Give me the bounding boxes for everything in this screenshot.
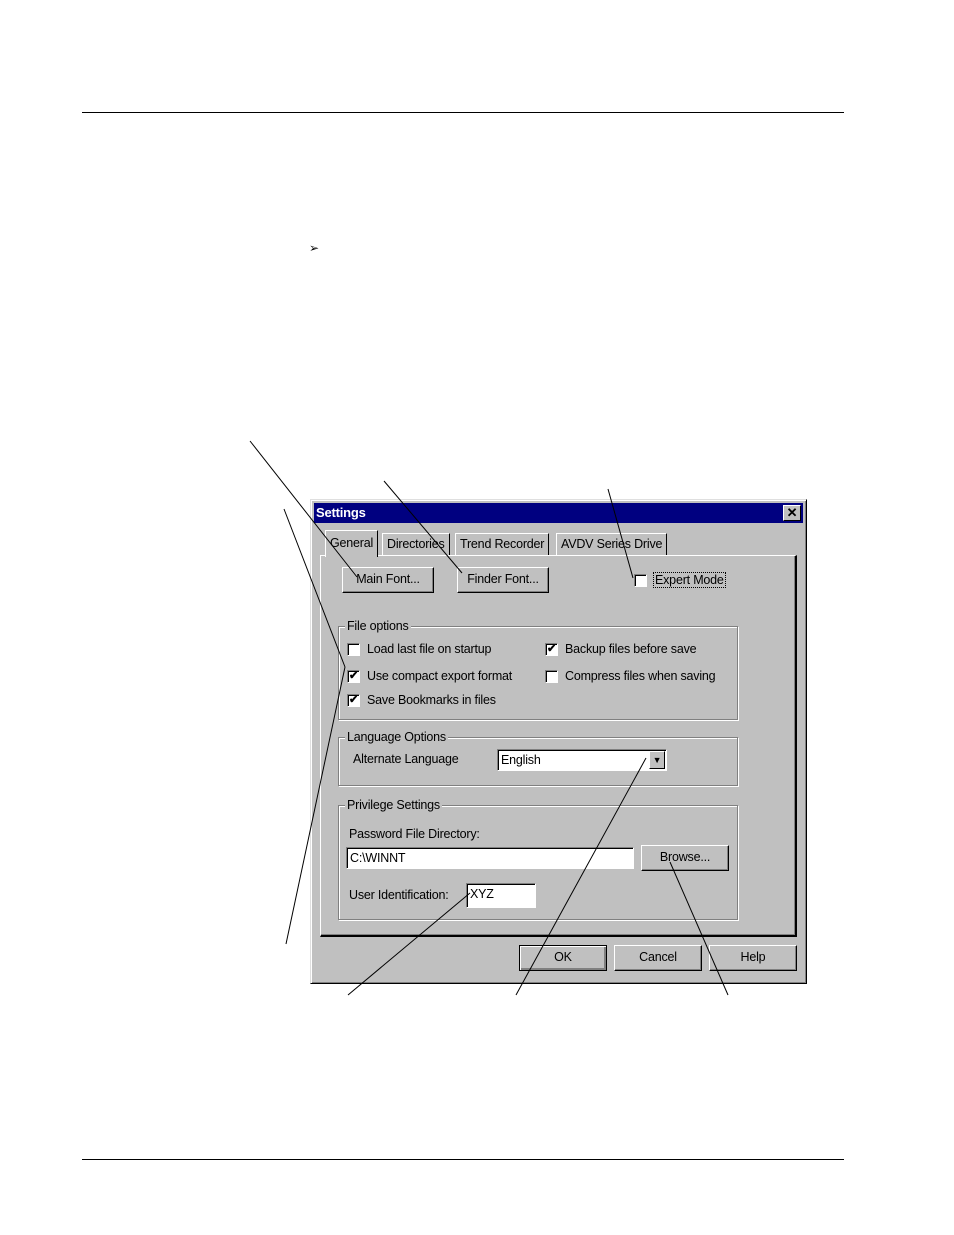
settings-dialog: Settings ✕ General Directories Trend Rec… [310,499,807,984]
checkbox-label: Backup files before save [565,642,697,656]
checkmark-icon: ✔ [546,642,557,655]
tab-directories[interactable]: Directories [382,533,450,555]
finder-font-button[interactable]: Finder Font... [457,567,549,593]
close-icon: ✕ [786,505,798,520]
dropdown-arrow-icon[interactable]: ▼ [649,751,665,769]
language-options-title: Language Options [345,729,448,745]
dialog-title: Settings [316,505,366,520]
checkbox-box[interactable]: ✔ [545,642,558,656]
checkbox-box[interactable] [545,669,558,683]
cancel-button[interactable]: Cancel [614,945,702,971]
tab-trend-recorder[interactable]: Trend Recorder [455,533,550,555]
expert-mode-label: Expert Mode [653,572,726,588]
compact-export-checkbox[interactable]: ✔ Use compact export format [347,669,512,683]
save-bookmarks-checkbox[interactable]: ✔ Save Bookmarks in files [347,693,496,707]
password-dir-label: Password File Directory: [349,827,480,841]
help-button[interactable]: Help [709,945,797,971]
tab-label: General [330,536,374,550]
backup-files-checkbox[interactable]: ✔ Backup files before save [545,642,697,656]
checkbox-label: Use compact export format [367,669,513,683]
alternate-language-select[interactable]: English ▼ [497,749,667,771]
file-options-title: File options [345,618,411,634]
main-font-button[interactable]: Main Font... [342,567,434,593]
checkbox-label: Save Bookmarks in files [367,693,496,707]
tab-label: Directories [387,537,445,551]
checkmark-icon: ✔ [348,669,359,682]
selected-language: English [501,753,541,767]
load-last-file-checkbox[interactable]: Load last file on startup [347,642,491,656]
arrow-bullet-icon: ➢ [309,241,320,255]
alternate-language-label: Alternate Language [353,752,459,766]
user-id-input[interactable]: XYZ [466,883,536,908]
ok-button[interactable]: OK [519,945,607,971]
tab-label: Trend Recorder [460,537,545,551]
tab-label: AVDV Series Drive [561,537,663,551]
tab-general[interactable]: General [325,530,379,557]
checkbox-box[interactable] [347,642,360,656]
user-id-label: User Identification: [349,888,449,902]
title-bar[interactable]: Settings ✕ [314,503,803,523]
compress-files-checkbox[interactable]: Compress files when saving [545,669,716,683]
browse-button[interactable]: Browse... [641,845,729,871]
checkbox-box[interactable]: ✔ [347,693,360,707]
checkbox-label: Load last file on startup [367,642,492,656]
expert-mode-checkbox[interactable]: Expert Mode [634,572,726,588]
checkmark-icon: ✔ [348,693,359,706]
footer-rule [82,1159,844,1160]
tab-avdv-series-drive[interactable]: AVDV Series Drive [556,533,668,555]
checkbox-label: Compress files when saving [565,669,716,683]
header-rule [82,112,844,113]
checkbox-box[interactable] [634,573,647,587]
close-button[interactable]: ✕ [783,505,801,521]
privilege-settings-title: Privilege Settings [345,797,442,813]
checkbox-box[interactable]: ✔ [347,669,360,683]
password-dir-input[interactable]: C:\WINNT [346,847,634,869]
